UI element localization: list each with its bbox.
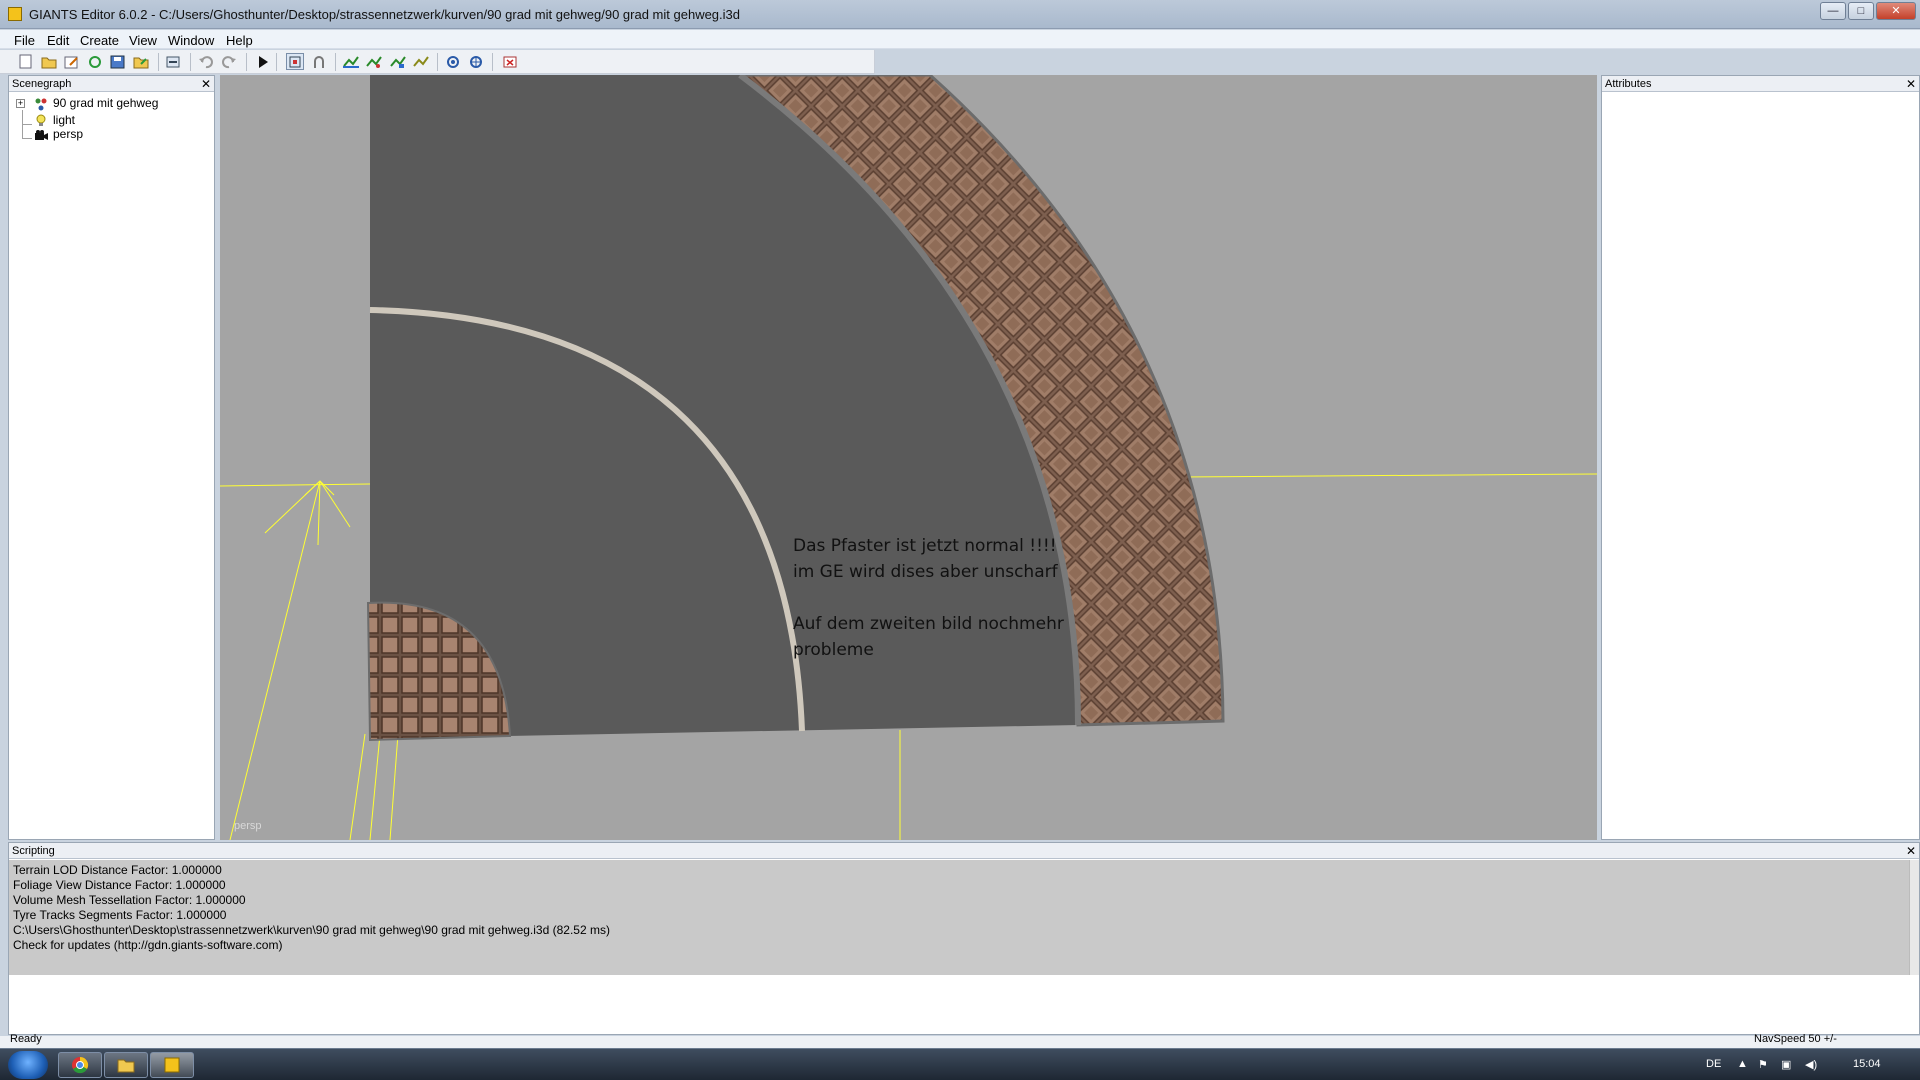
new-icon[interactable]: [17, 53, 35, 70]
3d-viewport[interactable]: Das Pfaster ist jetzt normal !!!! im GE …: [220, 75, 1597, 840]
menu-edit[interactable]: Edit: [47, 33, 69, 48]
flag-icon[interactable]: ⚑: [1758, 1058, 1768, 1071]
attributes-title: Attributes: [1605, 78, 1652, 90]
light-bulb-icon: [36, 114, 46, 126]
chrome-icon[interactable]: [58, 1052, 102, 1078]
select-icon[interactable]: [286, 53, 304, 70]
log-line: Foliage View Distance Factor: 1.000000: [13, 878, 226, 892]
volume-icon[interactable]: ◀): [1805, 1058, 1817, 1071]
menu-file[interactable]: File: [14, 33, 35, 48]
close-icon[interactable]: ✕: [1906, 76, 1916, 92]
scripting-title: Scripting: [12, 845, 55, 857]
viewport-annotation: Das Pfaster ist jetzt normal !!!! im GE …: [793, 536, 1064, 660]
scripting-output[interactable]: Terrain LOD Distance Factor: 1.000000 Fo…: [9, 860, 1909, 975]
import-icon[interactable]: [164, 53, 182, 70]
edit-icon[interactable]: [63, 53, 81, 70]
undo-icon[interactable]: [197, 53, 215, 70]
log-line: Terrain LOD Distance Factor: 1.000000: [13, 863, 222, 877]
scripting-panel: Scripting ✕ Terrain LOD Distance Factor:…: [8, 842, 1920, 1035]
title-bar[interactable]: GIANTS Editor 6.0.2 - C:/Users/Ghosthunt…: [0, 0, 1920, 29]
scripting-scrollbar[interactable]: [1909, 860, 1919, 975]
tree-item-persp[interactable]: persp: [53, 127, 83, 141]
app-icon: [8, 7, 22, 21]
delete-icon[interactable]: [501, 53, 519, 70]
window-title: GIANTS Editor 6.0.2 - C:/Users/Ghosthunt…: [29, 7, 741, 22]
attributes-panel: Attributes ✕: [1601, 75, 1920, 840]
tree-item-90-grad-mit-gehweg[interactable]: 90 grad mit gehweg: [53, 96, 158, 110]
clock[interactable]: 15:04: [1853, 1058, 1881, 1070]
tray-arrow-icon[interactable]: ▲: [1737, 1058, 1748, 1070]
close-icon[interactable]: ✕: [201, 76, 211, 92]
magnet-icon[interactable]: [310, 53, 328, 70]
menu-create[interactable]: Create: [80, 33, 119, 48]
open-icon[interactable]: [40, 53, 58, 70]
status-bar: Ready NavSpeed 50 +/-: [0, 1033, 1920, 1048]
transform-group-icon: [35, 98, 47, 111]
play-icon[interactable]: [254, 53, 272, 70]
camera-icon: [35, 130, 48, 140]
close-icon[interactable]: ✕: [1906, 843, 1916, 859]
save-icon[interactable]: [109, 53, 127, 70]
log-line: Check for updates (http://gdn.giants-sof…: [13, 938, 283, 952]
export-icon[interactable]: [132, 53, 150, 70]
giants-editor-icon[interactable]: [150, 1052, 194, 1078]
giants-editor-window: GIANTS Editor 6.0.2 - C:/Users/Ghosthunt…: [0, 0, 1920, 1080]
log-line: Tyre Tracks Segments Factor: 1.000000: [13, 908, 227, 922]
explorer-icon[interactable]: [104, 1052, 148, 1078]
expand-toggle[interactable]: +: [16, 99, 25, 108]
nav-speed: NavSpeed 50 +/-: [1754, 1033, 1837, 1045]
menu-bar: File Edit Create View Window Help: [0, 30, 1920, 49]
menu-view[interactable]: View: [129, 33, 157, 48]
cycle-icon[interactable]: [444, 53, 462, 70]
close-button[interactable]: ✕: [1876, 2, 1916, 20]
log-line: Volume Mesh Tessellation Factor: 1.00000…: [13, 893, 246, 907]
attributes-header: Attributes ✕: [1602, 76, 1919, 92]
minimize-button[interactable]: —: [1820, 2, 1846, 20]
scene-render: [220, 75, 1597, 840]
tree-item-light[interactable]: light: [53, 113, 75, 127]
scripting-header: Scripting ✕: [9, 843, 1919, 859]
windows-taskbar: DE ▲ ⚑ ▣ ◀) 15:04: [0, 1048, 1920, 1080]
log-line: C:\Users\Ghosthunter\Desktop\strassennet…: [13, 923, 610, 937]
menu-help[interactable]: Help: [226, 33, 253, 48]
snap-icon[interactable]: [412, 53, 430, 70]
toolbar: [0, 50, 875, 74]
refresh-icon[interactable]: [86, 53, 104, 70]
camera-label: persp: [234, 820, 262, 832]
redo-icon[interactable]: [220, 53, 238, 70]
language-indicator[interactable]: DE: [1706, 1058, 1721, 1070]
move-icon[interactable]: [342, 53, 360, 70]
network-icon[interactable]: ▣: [1781, 1058, 1791, 1071]
maximize-button[interactable]: □: [1848, 2, 1874, 20]
scenegraph-panel: Scenegraph ✕ + 90 grad mit gehweg light …: [8, 75, 215, 840]
rotate-icon[interactable]: [365, 53, 383, 70]
status-text: Ready: [10, 1033, 42, 1045]
scenegraph-header: Scenegraph ✕: [9, 76, 214, 92]
start-button[interactable]: [8, 1051, 48, 1079]
settings-icon[interactable]: [467, 53, 485, 70]
scenegraph-title: Scenegraph: [12, 78, 72, 90]
menu-window[interactable]: Window: [168, 33, 214, 48]
scale-icon[interactable]: [389, 53, 407, 70]
